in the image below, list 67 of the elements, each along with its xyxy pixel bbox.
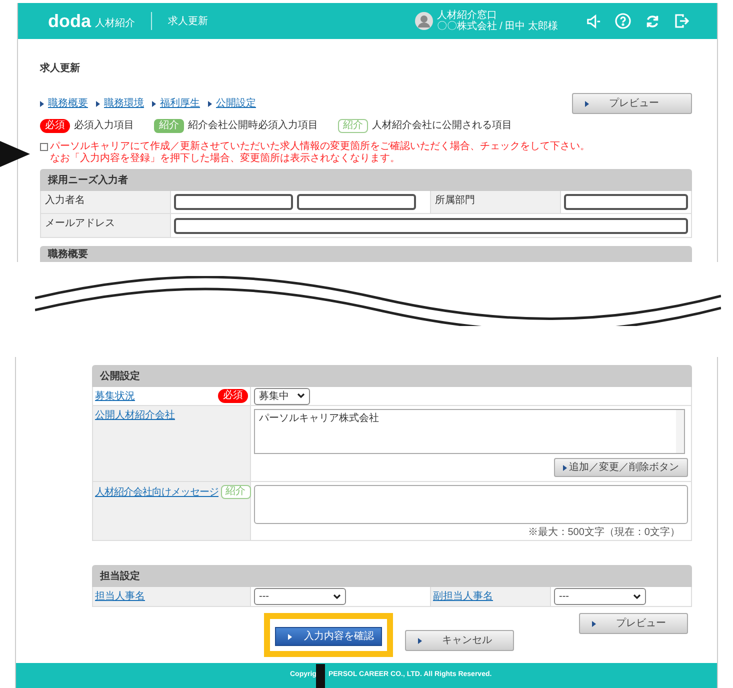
caret-icon xyxy=(152,100,156,106)
text-value: パーソルキャリア株式会社 xyxy=(259,413,379,424)
select-field[interactable]: --- xyxy=(554,588,646,605)
section-header: 採用ニーズ入力者 xyxy=(40,169,692,191)
field-label: 入力者名 xyxy=(45,195,85,206)
section-header: 職務概要 xyxy=(40,246,692,262)
logout-icon[interactable] xyxy=(674,13,689,29)
page-name: 求人更新 xyxy=(168,14,208,28)
cancel-button[interactable]: キャンセル xyxy=(405,630,514,651)
agency-badge: 紹介 xyxy=(220,485,250,499)
section-header: 担当設定 xyxy=(92,565,692,587)
select-field[interactable]: 募集中 xyxy=(254,388,310,404)
caret-icon xyxy=(418,638,422,644)
chevron-icon xyxy=(297,393,305,399)
caret-icon xyxy=(288,634,292,640)
caret-icon xyxy=(585,100,589,106)
agency-badge: 紹介 xyxy=(338,118,368,132)
text-area[interactable] xyxy=(254,485,688,524)
checkbox[interactable] xyxy=(40,143,48,151)
input-field[interactable] xyxy=(297,194,416,210)
field-link[interactable]: 人材紹介会社向けメッセージ xyxy=(95,485,218,500)
logo: doda xyxy=(48,12,91,30)
speaker-icon[interactable] xyxy=(586,14,601,28)
chevron-icon xyxy=(333,594,341,600)
section-header: 公開設定 xyxy=(92,365,692,387)
field-label: メールアドレス xyxy=(45,218,115,229)
user-name: 〇〇株式会社 / 田中 太郎様 xyxy=(436,21,558,32)
anchor-link[interactable]: 公開設定 xyxy=(216,96,256,111)
preview-button[interactable]: プレビュー xyxy=(579,613,688,634)
field-label: 所属部門 xyxy=(435,195,475,206)
caret-icon xyxy=(96,100,100,106)
notice-text: パーソルキャリアにて作成／更新させていただいた求人情報の変更箇所をご確認いただく場合、チェックをして下さい。 xyxy=(50,141,590,152)
agency-badge: 紹介 xyxy=(154,118,184,132)
char-counter: ※最大：500文字（現在：0文字） xyxy=(528,526,680,540)
anchor-link[interactable]: 福利厚生 xyxy=(160,96,200,111)
field-link[interactable]: 募集状況 xyxy=(95,389,135,404)
caret-icon xyxy=(592,620,596,626)
anchor-link[interactable]: 職務環境 xyxy=(104,96,144,111)
confirm-button[interactable]: 入力内容を確認 xyxy=(275,627,382,646)
help-icon[interactable] xyxy=(615,13,631,29)
input-field[interactable] xyxy=(174,218,688,234)
field-link[interactable]: 担当人事名 xyxy=(95,591,145,602)
chevron-icon xyxy=(633,594,641,600)
text-area[interactable]: パーソルキャリア株式会社 xyxy=(254,409,685,454)
field-link[interactable]: 公開人材紹介会社 xyxy=(95,410,175,421)
logo-subtitle: 人材紹介 xyxy=(95,16,135,30)
caret-icon xyxy=(208,100,212,106)
user-role: 人材紹介窓口 xyxy=(436,10,498,21)
required-badge: 必須 xyxy=(40,118,70,132)
select-field[interactable]: --- xyxy=(254,588,346,605)
required-badge: 必須 xyxy=(218,389,248,403)
edit-button[interactable]: 追加／変更／削除ボタン xyxy=(554,458,688,477)
refresh-icon[interactable] xyxy=(645,14,660,28)
caret-icon xyxy=(563,464,567,470)
input-field[interactable] xyxy=(564,194,688,210)
notice-text: なお「入力内容を登録」を押下した場合、変更箇所は表示されなくなります。 xyxy=(50,153,401,165)
scrollbar[interactable] xyxy=(676,410,684,453)
input-field[interactable] xyxy=(174,194,293,210)
caret-icon xyxy=(40,100,44,106)
pointer-arrow-icon xyxy=(0,141,30,167)
anchor-link[interactable]: 職務概要 xyxy=(48,96,88,111)
legend-label: 人材紹介会社に公開される項目 xyxy=(372,118,512,133)
legend-label: 紹介会社公開時必須入力項目 xyxy=(188,118,318,133)
legend-label: 必須入力項目 xyxy=(74,118,134,133)
avatar-icon xyxy=(414,12,433,30)
page-title: 求人更新 xyxy=(40,63,80,74)
preview-button[interactable]: プレビュー xyxy=(572,93,692,114)
